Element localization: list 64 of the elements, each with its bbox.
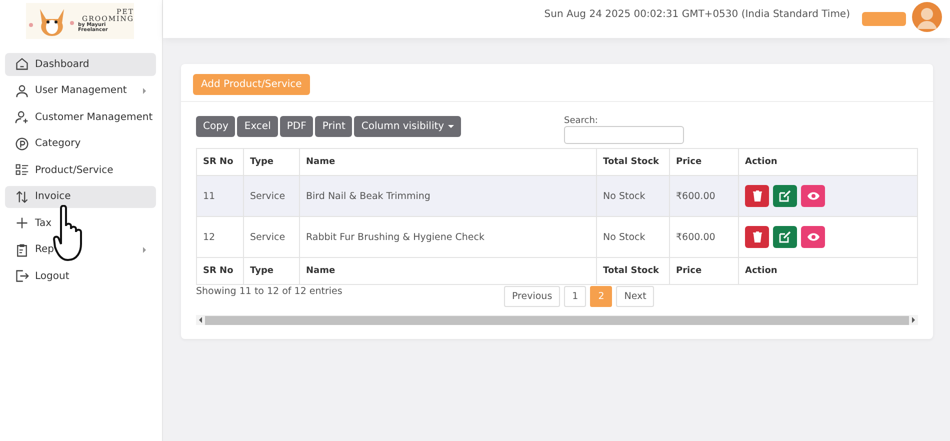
column-footer: Action xyxy=(738,258,918,284)
table-cell: No Stock xyxy=(596,216,670,258)
edit-icon xyxy=(779,190,791,202)
page-button[interactable]: 1 xyxy=(564,286,586,307)
export-button[interactable]: PDF xyxy=(280,116,314,137)
column-footer: Type xyxy=(244,258,300,284)
export-button[interactable]: Copy xyxy=(196,116,236,137)
sidebar-item[interactable]: Product/Service xyxy=(5,159,156,182)
sidebar-item[interactable]: Customer Management xyxy=(5,106,156,128)
trash-icon xyxy=(752,231,762,243)
dropdown-button[interactable]: Column visibility xyxy=(354,116,462,137)
table-cell: Service xyxy=(244,216,300,258)
user-plus-icon xyxy=(15,110,29,124)
table-cell: 11 xyxy=(196,176,244,216)
edit-button[interactable] xyxy=(773,226,797,248)
date-time: Sun Aug 24 2025 00:02:31 GMT+0530 (India Standard Time) xyxy=(544,9,850,20)
column-footer: Price xyxy=(670,258,738,284)
logout-icon xyxy=(15,269,29,284)
sidebar-item[interactable]: Category xyxy=(5,132,156,155)
edit-icon xyxy=(779,231,791,243)
sidebar-item[interactable]: User Management xyxy=(5,80,156,102)
column-footer: SR No xyxy=(196,258,244,284)
eye-icon xyxy=(806,232,820,242)
view-button[interactable] xyxy=(801,185,825,207)
caret-icon xyxy=(448,125,454,128)
column-footer: Name xyxy=(300,258,596,284)
plus-icon xyxy=(15,216,29,230)
column-header[interactable]: SR No xyxy=(196,148,244,176)
column-header[interactable]: Action xyxy=(738,148,918,176)
table-cell: Rabbit Fur Brushing & Hygiene Check xyxy=(300,216,596,258)
table-cell: Bird Nail & Beak Trimming xyxy=(300,176,596,216)
sidebar-item[interactable]: Logout xyxy=(5,265,156,288)
avatar-icon[interactable] xyxy=(912,2,942,32)
search-field[interactable] xyxy=(564,126,684,144)
search-label: Search: xyxy=(564,116,599,126)
edit-button[interactable] xyxy=(773,185,797,207)
user-icon xyxy=(15,84,29,98)
sidebar-item[interactable]: Tax xyxy=(5,212,156,234)
home-icon xyxy=(15,57,29,72)
delete-button[interactable] xyxy=(745,226,769,248)
column-header[interactable]: Name xyxy=(300,148,596,176)
table-cell: Service xyxy=(244,176,300,216)
horizontal-scrollbar[interactable] xyxy=(196,315,918,325)
clipboard-icon xyxy=(15,242,29,257)
eye-icon xyxy=(806,191,820,201)
sidebar-item[interactable]: Dashboard xyxy=(5,53,156,76)
table-cell: ₹600.00 xyxy=(670,176,738,216)
column-footer: Total Stock xyxy=(596,258,670,284)
list-icon xyxy=(15,163,29,178)
trash-icon xyxy=(752,190,762,202)
entries-info: Showing 11 to 12 of 12 entries xyxy=(196,286,344,297)
table-cell: ₹600.00 xyxy=(670,216,738,258)
delete-button[interactable] xyxy=(745,185,769,207)
table-cell: 12 xyxy=(196,216,244,258)
view-button[interactable] xyxy=(801,226,825,248)
export-button[interactable]: Excel xyxy=(237,116,278,137)
page-button[interactable]: Previous xyxy=(504,286,560,307)
sort-arrows-icon xyxy=(15,190,29,204)
page-button[interactable]: Next xyxy=(616,286,654,307)
export-button[interactable]: Print xyxy=(315,116,352,137)
circle-letter-icon xyxy=(15,136,29,151)
hand-cursor-icon xyxy=(53,205,83,263)
sidebar-item[interactable]: Invoice xyxy=(5,186,156,208)
table-cell: No Stock xyxy=(596,176,670,216)
